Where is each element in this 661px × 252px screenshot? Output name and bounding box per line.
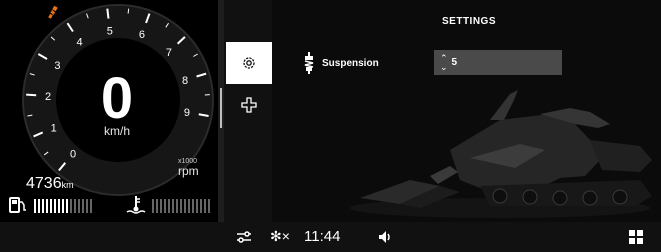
rpm-tick-label: 8 bbox=[182, 75, 188, 87]
volume-icon[interactable] bbox=[378, 230, 394, 244]
level-segment bbox=[50, 199, 52, 213]
level-segment bbox=[82, 199, 84, 213]
level-segment bbox=[74, 199, 76, 213]
status-bar: ✻× 11:44 bbox=[0, 222, 661, 252]
level-segment bbox=[208, 199, 210, 213]
level-segment bbox=[188, 199, 190, 213]
level-segment bbox=[184, 199, 186, 213]
level-segment bbox=[176, 199, 178, 213]
equalizer-icon[interactable] bbox=[236, 230, 252, 244]
tab-settings[interactable] bbox=[226, 42, 272, 84]
rpm-tick-label: 7 bbox=[166, 47, 172, 59]
rpm-tick-label: 1 bbox=[51, 123, 57, 135]
level-segment bbox=[172, 199, 174, 213]
rpm-major-tick bbox=[106, 8, 110, 19]
level-segment bbox=[164, 199, 166, 213]
shock-absorber-icon bbox=[304, 52, 314, 74]
shock-absorber-icon bbox=[48, 5, 58, 19]
odometer-value: 4736 bbox=[26, 175, 62, 192]
tab-add[interactable] bbox=[226, 84, 272, 126]
apps-grid-icon[interactable] bbox=[629, 230, 643, 244]
level-segment bbox=[78, 199, 80, 213]
speed-unit-label: km/h bbox=[103, 124, 130, 138]
rpm-tick-label: 0 bbox=[70, 149, 76, 161]
level-segment bbox=[156, 199, 158, 213]
rpm-tick-label: 2 bbox=[45, 91, 51, 103]
level-segment bbox=[54, 199, 56, 213]
up-down-arrows-icon: ⌃ ⌄ bbox=[440, 53, 448, 72]
fuel-pump-icon bbox=[9, 197, 26, 213]
level-segment bbox=[192, 199, 194, 213]
snowmobile-image bbox=[350, 90, 652, 218]
rpm-tick-label: 4 bbox=[76, 37, 82, 49]
suspension-selector[interactable]: ⌃ ⌄ 5 bbox=[434, 50, 562, 75]
arrow-down: ⌄ bbox=[440, 61, 448, 72]
level-segment bbox=[58, 199, 60, 213]
odometer: 4736km bbox=[26, 175, 74, 193]
level-segment bbox=[168, 199, 170, 213]
suspension-label: Suspension bbox=[322, 58, 379, 69]
fuel-level-bar bbox=[34, 199, 92, 213]
rpm-tick-label: 5 bbox=[107, 25, 113, 37]
coolant-temperature-icon bbox=[126, 196, 146, 214]
speed-readout: 0 bbox=[100, 66, 134, 131]
rpm-tick-label: 9 bbox=[184, 107, 190, 119]
gear-icon bbox=[243, 57, 255, 69]
level-segment bbox=[70, 199, 72, 213]
level-segment bbox=[90, 199, 92, 213]
scroll-indicator bbox=[220, 88, 222, 128]
coolant-temperature-bar bbox=[152, 199, 210, 213]
level-segment bbox=[66, 199, 68, 213]
level-segment bbox=[38, 199, 40, 213]
level-segment bbox=[46, 199, 48, 213]
rpm-unit-label: rpm bbox=[178, 164, 199, 178]
level-segment bbox=[34, 199, 36, 213]
bluetooth-disconnected-icon[interactable]: ✻× bbox=[270, 228, 290, 245]
clock: 11:44 bbox=[304, 228, 341, 245]
side-tab-bar bbox=[224, 0, 272, 222]
level-segment bbox=[62, 199, 64, 213]
level-segment bbox=[204, 199, 206, 213]
gauge-cluster: 0123456789 0 km/h x1000 rpm 4736km bbox=[0, 0, 218, 222]
rpm-minor-tick bbox=[127, 8, 130, 14]
level-segment bbox=[160, 199, 162, 213]
rpm-tick-label: 3 bbox=[54, 60, 60, 72]
settings-panel: SETTINGS Suspension ⌃ ⌄ 5 bbox=[272, 0, 661, 222]
page-title: SETTINGS bbox=[442, 16, 497, 27]
level-segment bbox=[180, 199, 182, 213]
plus-outline-icon bbox=[241, 97, 257, 113]
level-segment bbox=[86, 199, 88, 213]
level-segment bbox=[196, 199, 198, 213]
odometer-unit: km bbox=[61, 180, 74, 190]
level-segment bbox=[200, 199, 202, 213]
rpm-major-tick bbox=[26, 93, 37, 97]
suspension-value: 5 bbox=[451, 57, 458, 68]
level-segment bbox=[42, 199, 44, 213]
level-segment bbox=[152, 199, 154, 213]
rpm-tick-label: 6 bbox=[139, 29, 145, 41]
